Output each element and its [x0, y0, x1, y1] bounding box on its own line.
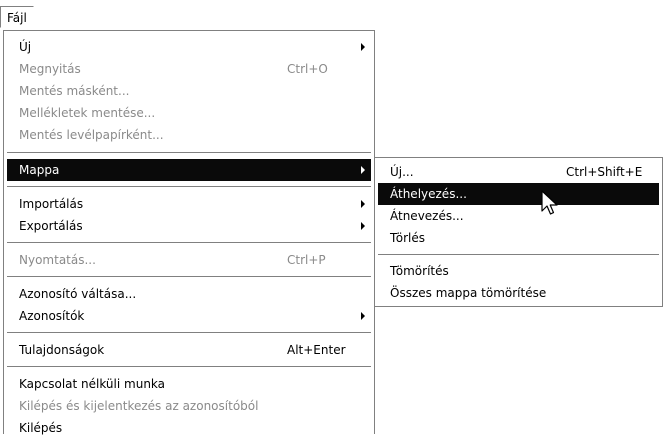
- menu-item-exit-and-logoff[interactable]: Kilépés és kijelentkezés az azonosítóból: [7, 395, 371, 417]
- submenu-arrow-icon: [361, 200, 365, 208]
- menu-item-label: Mellékletek mentése...: [19, 106, 156, 120]
- menu-item-label: Kilépés: [19, 421, 63, 435]
- menu-item-label: Összes mappa tömörítése: [390, 286, 547, 300]
- menu-item-label: Tömörítés: [390, 264, 449, 278]
- submenu-item-compact-all[interactable]: Összes mappa tömörítése: [378, 282, 659, 304]
- menu-item-label: Mappa: [19, 163, 60, 177]
- menu-item-label: Azonosító váltása...: [19, 287, 137, 301]
- menu-separator: [7, 276, 371, 278]
- submenu-arrow-icon: [361, 222, 365, 230]
- menu-separator: [7, 332, 371, 334]
- submenu-item-move[interactable]: Áthelyezés...: [378, 183, 659, 205]
- menu-item-new[interactable]: Új: [7, 36, 371, 58]
- menu-separator: [7, 242, 371, 244]
- submenu-arrow-icon: [361, 166, 365, 174]
- menu-item-label: Mentés másként...: [19, 84, 130, 98]
- menu-separator: [378, 254, 659, 256]
- menu-separator: [7, 186, 371, 188]
- menu-item-print[interactable]: Nyomtatás... Ctrl+P: [7, 249, 371, 271]
- menu-item-label: Nyomtatás...: [19, 253, 96, 267]
- menu-item-label: Importálás: [19, 197, 84, 211]
- submenu-item-rename[interactable]: Átnevezés...: [378, 205, 659, 227]
- submenu-item-delete[interactable]: Törlés: [378, 227, 659, 249]
- menu-item-save-as[interactable]: Mentés másként...: [7, 80, 371, 102]
- menu-item-label: Új...: [390, 165, 414, 179]
- menu-item-export[interactable]: Exportálás: [7, 215, 371, 237]
- menu-item-label: Új: [19, 40, 32, 54]
- menu-item-properties[interactable]: Tulajdonságok Alt+Enter: [7, 339, 371, 361]
- menu-separator: [7, 366, 371, 368]
- menu-bar: Fájl: [0, 0, 663, 30]
- submenu-arrow-icon: [361, 43, 365, 51]
- menu-item-label: Tulajdonságok: [19, 343, 105, 357]
- menu-item-shortcut: Ctrl+Shift+E: [566, 165, 643, 179]
- menu-item-label: Kilépés és kijelentkezés az azonosítóból: [19, 399, 259, 413]
- menu-item-label: Átnevezés...: [390, 209, 464, 223]
- menu-item-shortcut: Alt+Enter: [287, 343, 346, 357]
- menu-separator: [7, 152, 371, 154]
- menu-item-label: Megnyitás: [19, 62, 81, 76]
- menu-item-exit[interactable]: Kilépés: [7, 417, 371, 439]
- mouse-pointer-icon: [541, 190, 558, 215]
- submenu-item-new-folder[interactable]: Új... Ctrl+Shift+E: [378, 161, 659, 183]
- menu-item-folder[interactable]: Mappa: [7, 159, 371, 181]
- menu-item-save-as-stationery[interactable]: Mentés levélpapírként...: [7, 124, 371, 146]
- menu-file[interactable]: Fájl: [0, 6, 34, 28]
- menu-item-label: Exportálás: [19, 219, 83, 233]
- menu-item-label: Mentés levélpapírként...: [19, 128, 164, 142]
- file-menu: Új Megnyitás Ctrl+O Mentés másként... Me…: [3, 30, 375, 435]
- menu-item-import[interactable]: Importálás: [7, 193, 371, 215]
- folder-submenu: Új... Ctrl+Shift+E Áthelyezés... Átnevez…: [374, 157, 663, 307]
- menu-item-open[interactable]: Megnyitás Ctrl+O: [7, 58, 371, 80]
- menu-item-identities[interactable]: Azonosítók: [7, 305, 371, 327]
- menu-item-shortcut: Ctrl+O: [287, 62, 328, 76]
- menu-item-shortcut: Ctrl+P: [287, 253, 326, 267]
- menu-item-save-attachments[interactable]: Mellékletek mentése...: [7, 102, 371, 124]
- menu-item-switch-identity[interactable]: Azonosító váltása...: [7, 283, 371, 305]
- submenu-arrow-icon: [361, 312, 365, 320]
- menu-item-label: Azonosítók: [19, 309, 85, 323]
- submenu-item-compact[interactable]: Tömörítés: [378, 260, 659, 282]
- menu-item-label: Kapcsolat nélküli munka: [19, 377, 166, 391]
- menu-item-label: Törlés: [390, 231, 426, 245]
- menu-item-label: Áthelyezés...: [390, 187, 467, 201]
- menu-item-work-offline[interactable]: Kapcsolat nélküli munka: [7, 373, 371, 395]
